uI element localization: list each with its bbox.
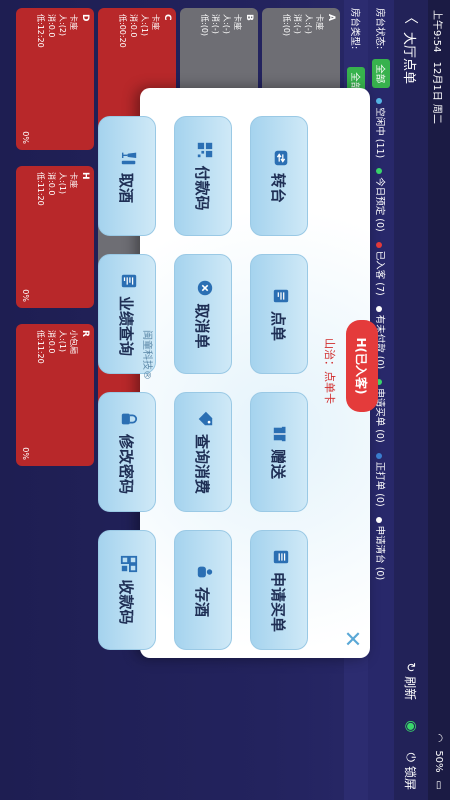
table-l1: 卡座 [69,172,78,188]
table-l1: 卡座 [69,14,78,30]
table-l3: 消:0.0 [47,14,56,38]
page-title: 大厅点单 [401,32,417,85]
status-filter-item[interactable]: 已入客 (7) [374,241,388,296]
status-dot-icon [376,305,383,312]
button-label: 赠送 [269,448,288,479]
status-bar: 上午9:54 12月1日 周二 ◠ 50% ▭ [428,0,450,800]
status-dot-icon [376,98,383,105]
status-date: 12月1日 周二 [431,61,443,124]
refresh-button[interactable]: ↻ 刷新 [403,662,420,700]
wifi-status-icon: ◠ [433,733,445,743]
cancel-icon [192,279,214,297]
status-filter-item[interactable]: 今日预定 (0) [374,168,388,232]
battery-icon: ▭ [433,780,445,790]
lock-label: 锁屏 [403,765,418,790]
button-label: 修改密码 [117,433,136,494]
status-filter-text: 空闲中 (11) [374,107,385,159]
button-label: 业绩查询 [117,295,136,356]
back-chevron-icon[interactable]: 〈 [401,10,421,24]
button-label: 申请买单 [269,571,288,632]
table-card[interactable]: R 小包厢 人:(1) 消:0.0 低:11:20 0% [16,324,94,466]
app-screen: 上午9:54 12月1日 周二 ◠ 50% ▭ 〈 大厅点单 ↻ 刷新 ◉ ⏻ … [0,0,450,800]
table-l4: 低:12:20 [36,14,45,48]
order-icon [268,287,290,305]
table-l2: 人:(1) [58,330,67,353]
cancel-button[interactable]: 取消单 [174,254,232,374]
payment-code-icon [192,141,214,159]
table-percent: 0% [21,289,30,302]
table-card[interactable]: D 卡座 人:(2) 消:0.0 低:12:20 0% [16,8,94,150]
bill-request-button[interactable]: 申请买单 [250,530,308,650]
status-dot-icon [376,516,383,523]
status-filter-item[interactable]: 正打单 (0) [374,452,388,507]
take-wine-icon [116,149,138,167]
status-time: 上午9:54 [431,10,443,53]
table-l4: 低:11:20 [36,330,45,364]
take-wine-button[interactable]: 取酒 [98,116,156,236]
status-filter-item[interactable]: 申请清台 (0) [374,516,388,581]
button-label: 转台 [269,172,288,203]
transfer-icon [268,149,290,167]
power-icon: ⏻ [404,752,419,762]
button-label: 点单 [269,310,288,341]
refresh-label: 刷新 [403,676,418,701]
button-label: 取消单 [193,303,212,349]
table-action-modal: H(已入客) 山治：点单卡 ✕ 转台点单赠送申请买单 付款码取消单查询消费存酒 取酒… [98,88,378,658]
lock-screen-button[interactable]: ⏻ 锁屏 [403,752,420,790]
wifi-icon: ◉ [403,720,419,733]
gift-button[interactable]: 赠送 [250,392,308,512]
button-label: 付款码 [193,165,212,211]
lock-icon [116,410,138,428]
status-filter-all[interactable]: 全部 [372,59,390,89]
nav-bar: 〈 大厅点单 ↻ 刷新 ◉ ⏻ 锁屏 [394,0,428,800]
table-code: R [80,330,90,337]
status-dot-icon [376,452,383,459]
table-card[interactable]: H 卡座 人:(1) 消:0.0 低:11:20 0% [16,166,94,308]
status-filter-text: 申请清台 (0) [374,525,385,581]
table-l2: 人:(1) [58,172,67,195]
type-filter-label: 房台类型: [349,8,360,50]
gift-icon [268,425,290,443]
tag-button[interactable]: 查询消费 [174,392,232,512]
transfer-button[interactable]: 转台 [250,116,308,236]
close-icon[interactable]: ✕ [339,630,364,648]
brand-text: 闽童科技® [141,330,152,380]
table-l2: 人:(2) [58,14,67,37]
status-filter-item[interactable]: 空闲中 (11) [374,98,388,158]
table-l3: 消:0.0 [47,330,56,354]
table-percent: 0% [21,447,30,460]
status-filter-label: 房台状态: [374,8,385,50]
refresh-icon: ↻ [404,662,418,673]
store-wine-icon [192,563,214,581]
button-label: 存酒 [193,586,212,617]
table-l1: 小包厢 [69,330,78,354]
battery-text: 50% [433,750,445,773]
button-label: 取酒 [117,172,136,203]
order-button[interactable]: 点单 [250,254,308,374]
table-code: D [80,14,90,22]
store-wine-button[interactable]: 存酒 [174,530,232,650]
bill-request-icon [268,548,290,566]
qr-code-icon [116,555,138,573]
status-dot-icon [376,241,383,248]
modal-subtitle: 山治：点单卡 [323,338,336,404]
qr-code-button[interactable]: 收款码 [98,530,156,650]
button-label: 收款码 [117,579,136,625]
button-label: 查询消费 [193,433,212,494]
table-l3: 消:0.0 [47,172,56,196]
payment-code-button[interactable]: 付款码 [174,116,232,236]
lock-button[interactable]: 修改密码 [98,392,156,512]
table-code: H [80,172,90,180]
status-filter-text: 正打单 (0) [374,461,385,507]
table-l4: 低:11:20 [36,172,45,206]
tag-icon [192,410,214,428]
status-filter-text: 已入客 (7) [374,250,385,296]
report-icon [116,272,138,290]
table-status-tab: H(已入客) [346,320,378,412]
action-button-grid: 转台点单赠送申请买单 付款码取消单查询消费存酒 取酒业绩查询修改密码收款码 [98,116,308,650]
status-filter-text: 今日预定 (0) [374,177,385,232]
table-percent: 0% [21,131,30,144]
status-dot-icon [376,168,383,175]
